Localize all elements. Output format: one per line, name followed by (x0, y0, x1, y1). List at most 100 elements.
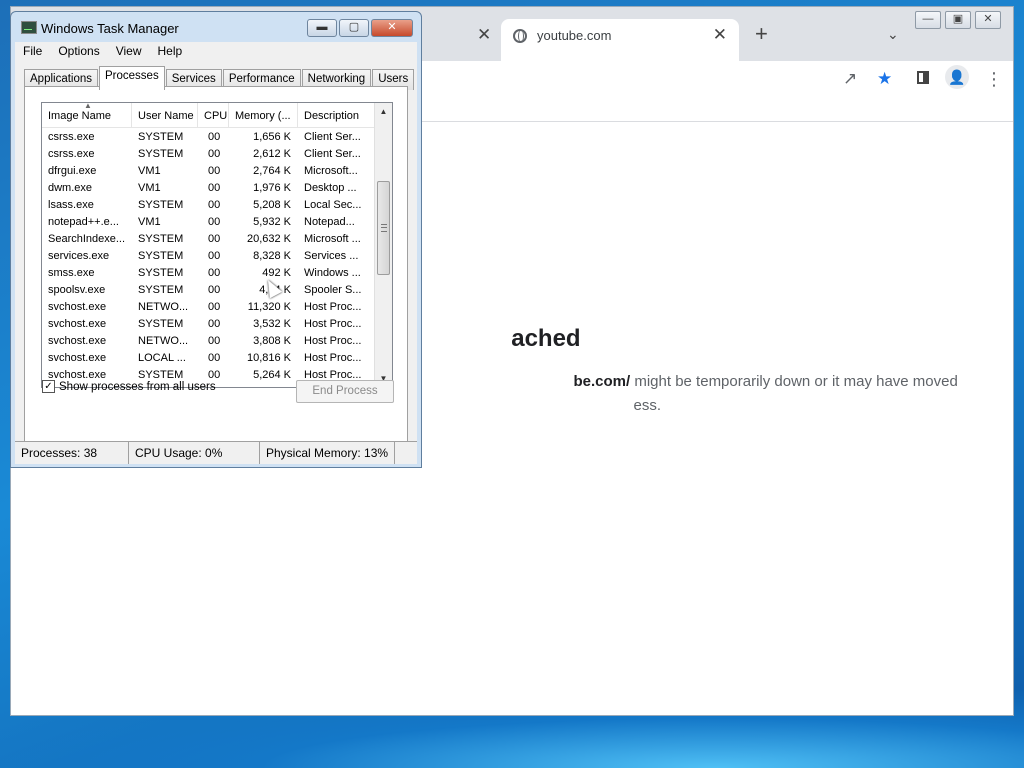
browser-minimize-button[interactable]: — (915, 11, 941, 29)
show-all-checkbox[interactable]: ✓ (42, 380, 55, 393)
process-user: SYSTEM (138, 318, 184, 330)
process-description: Notepad... (304, 216, 355, 228)
process-cpu: 00 (208, 318, 221, 330)
process-row[interactable]: SearchIndexe... SYSTEM 00 20,632 K Microsoft… (42, 231, 376, 248)
column-cpu[interactable]: CPU (198, 103, 229, 127)
process-row[interactable]: svchost.exe SYSTEM 00 3,532 K Host Proc... (42, 316, 376, 333)
process-name: services.exe (48, 250, 110, 262)
process-memory: 2,764 K (253, 165, 291, 177)
show-all-processes-option[interactable]: ✓ Show processes from all users (42, 380, 216, 393)
process-cpu: 00 (208, 216, 221, 228)
process-description: Host Proc... (304, 318, 362, 330)
profile-avatar-icon[interactable]: 👤 (945, 65, 969, 89)
process-rows: csrss.exe SYSTEM 00 1,656 K Client Ser... csr… (42, 129, 376, 384)
process-name: csrss.exe (48, 148, 95, 160)
process-row[interactable]: svchost.exe LOCAL ... 00 10,816 K Host Proc.… (42, 350, 376, 367)
process-user: SYSTEM (138, 148, 184, 160)
task-manager-titlebar[interactable]: Windows Task Manager ▬ ▢ ✕ (11, 12, 421, 42)
process-name: dfrgui.exe (48, 165, 97, 177)
show-all-label: Show processes from all users (59, 380, 216, 393)
status-process-count: Processes: 38 (15, 442, 129, 464)
process-memory: 3,532 K (253, 318, 291, 330)
process-row[interactable]: notepad++.e... VM1 00 5,932 K Notepad... (42, 214, 376, 231)
process-cpu: 00 (208, 165, 221, 177)
process-description: Services ... (304, 250, 359, 262)
side-panel-icon[interactable] (917, 71, 929, 84)
process-cpu: 00 (208, 182, 221, 194)
process-row[interactable]: smss.exe SYSTEM 00 492 K Windows ... (42, 265, 376, 282)
process-memory: 1,656 K (253, 131, 291, 143)
process-row[interactable]: svchost.exe NETWO... 00 11,320 K Host Proc..… (42, 299, 376, 316)
browser-menu-icon[interactable]: ⋮ (985, 69, 1003, 90)
error-url: be.com/ (573, 373, 631, 390)
process-memory: 3,808 K (253, 335, 291, 347)
process-row[interactable]: svchost.exe NETWO... 00 3,808 K Host Proc... (42, 333, 376, 350)
scroll-up-arrow-icon[interactable]: ▲ (375, 103, 392, 120)
status-cpu-usage: CPU Usage: 0% (129, 442, 260, 464)
process-row[interactable]: csrss.exe SYSTEM 00 1,656 K Client Ser... (42, 129, 376, 146)
browser-close-button[interactable]: ✕ (975, 11, 1001, 29)
process-cpu: 00 (208, 301, 221, 313)
process-memory: 20,632 K (246, 233, 291, 245)
process-description: Microsoft... (304, 165, 358, 177)
process-row[interactable]: services.exe SYSTEM 00 8,328 K Services ... (42, 248, 376, 265)
vertical-scrollbar[interactable]: ▲ ▼ (374, 103, 392, 387)
sort-ascending-icon: ▲ (84, 103, 92, 110)
process-name: dwm.exe (48, 182, 93, 194)
process-user: VM1 (138, 182, 161, 194)
process-row[interactable]: dwm.exe VM1 00 1,976 K Desktop ... (42, 180, 376, 197)
process-name: notepad++.e... (48, 216, 119, 228)
process-row[interactable]: lsass.exe SYSTEM 00 5,208 K Local Sec... (42, 197, 376, 214)
end-process-button[interactable]: End Process (296, 380, 394, 403)
column-user-name[interactable]: User Name (132, 103, 198, 127)
share-icon[interactable]: ↗ (843, 69, 857, 89)
process-user: SYSTEM (138, 131, 184, 143)
process-user: SYSTEM (138, 233, 184, 245)
menu-file[interactable]: File (15, 42, 50, 62)
minimize-button[interactable]: ▬ (307, 19, 337, 37)
process-user: NETWO... (138, 301, 189, 313)
menu-help[interactable]: Help (150, 42, 191, 62)
close-button[interactable]: ✕ (371, 19, 413, 37)
process-description: Windows ... (304, 267, 361, 279)
task-manager-window: Windows Task Manager ▬ ▢ ✕ File Options … (10, 11, 422, 468)
process-memory: 492 K (262, 267, 291, 279)
globe-icon (513, 29, 527, 43)
process-description: Client Ser... (304, 148, 361, 160)
inactive-tab-close-icon[interactable]: ✕ (477, 25, 491, 45)
process-memory: 1,976 K (253, 182, 291, 194)
process-description: Host Proc... (304, 301, 362, 313)
tab-close-icon[interactable]: ✕ (713, 25, 727, 45)
menu-bar: File Options View Help (15, 42, 417, 62)
process-cpu: 00 (208, 250, 221, 262)
menu-options[interactable]: Options (50, 42, 107, 62)
process-row[interactable]: dfrgui.exe VM1 00 2,764 K Microsoft... (42, 163, 376, 180)
process-cpu: 00 (208, 148, 221, 160)
process-name: smss.exe (48, 267, 95, 279)
process-cpu: 00 (208, 352, 221, 364)
process-memory: 5,932 K (253, 216, 291, 228)
maximize-button[interactable]: ▢ (339, 19, 369, 37)
process-user: VM1 (138, 165, 161, 177)
process-user: VM1 (138, 216, 161, 228)
scrollbar-thumb[interactable] (377, 181, 390, 275)
process-description: Local Sec... (304, 199, 362, 211)
tab-title: youtube.com (537, 28, 612, 43)
tab-search-chevron-icon[interactable]: ⌄ (887, 26, 899, 43)
process-row[interactable]: csrss.exe SYSTEM 00 2,612 K Client Ser... (42, 146, 376, 163)
tab-processes[interactable]: Processes (99, 66, 165, 90)
process-list[interactable]: ▲ Image Name User Name CPU Memory (... D… (41, 102, 393, 388)
menu-view[interactable]: View (108, 42, 150, 62)
process-user: NETWO... (138, 335, 189, 347)
browser-tab-youtube[interactable]: youtube.com ✕ (501, 19, 739, 61)
new-tab-button[interactable]: + (755, 21, 768, 47)
process-description: Microsoft ... (304, 233, 361, 245)
column-description[interactable]: Description (298, 103, 376, 127)
process-user: SYSTEM (138, 199, 184, 211)
column-image-name[interactable]: ▲ Image Name (42, 103, 132, 127)
process-row[interactable]: spoolsv.exe SYSTEM 00 4,?4 K Spooler S... (42, 282, 376, 299)
column-memory[interactable]: Memory (... (229, 103, 298, 127)
bookmark-star-icon[interactable]: ★ (877, 69, 892, 89)
browser-maximize-button[interactable]: ▣ (945, 11, 971, 29)
process-cpu: 00 (208, 131, 221, 143)
